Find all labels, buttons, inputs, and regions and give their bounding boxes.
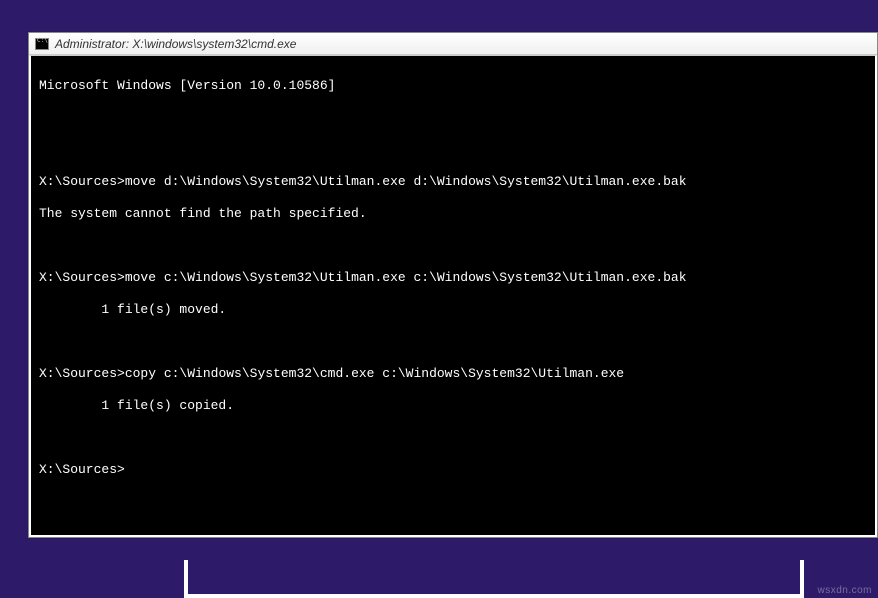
blank-line <box>39 142 867 158</box>
blank-line <box>39 110 867 126</box>
watermark: wsxdn.com <box>817 585 872 596</box>
command-line: X:\Sources>move d:\Windows\System32\Util… <box>39 174 867 190</box>
installer-bottom-bar <box>184 560 804 598</box>
cmd-icon <box>35 38 49 50</box>
blank-line <box>39 430 867 446</box>
command-text: copy c:\Windows\System32\cmd.exe c:\Wind… <box>125 366 624 382</box>
output-line: The system cannot find the path specifie… <box>39 206 867 222</box>
output-line: 1 file(s) moved. <box>39 302 867 318</box>
version-line: Microsoft Windows [Version 10.0.10586] <box>39 78 867 94</box>
command-input[interactable] <box>125 462 133 478</box>
command-text: move d:\Windows\System32\Utilman.exe d:\… <box>125 174 687 190</box>
console-area[interactable]: Microsoft Windows [Version 10.0.10586] X… <box>29 55 877 537</box>
prompt: X:\Sources> <box>39 366 125 382</box>
prompt: X:\Sources> <box>39 174 125 190</box>
cmd-window: Administrator: X:\windows\system32\cmd.e… <box>28 32 878 538</box>
current-prompt-line[interactable]: X:\Sources> <box>39 462 867 478</box>
prompt: X:\Sources> <box>39 462 125 478</box>
command-text: move c:\Windows\System32\Utilman.exe c:\… <box>125 270 687 286</box>
titlebar[interactable]: Administrator: X:\windows\system32\cmd.e… <box>29 33 877 55</box>
prompt: X:\Sources> <box>39 270 125 286</box>
window-title: Administrator: X:\windows\system32\cmd.e… <box>55 37 296 51</box>
blank-line <box>39 334 867 350</box>
blank-line <box>39 238 867 254</box>
output-line: 1 file(s) copied. <box>39 398 867 414</box>
command-line: X:\Sources>copy c:\Windows\System32\cmd.… <box>39 366 867 382</box>
command-line: X:\Sources>move c:\Windows\System32\Util… <box>39 270 867 286</box>
